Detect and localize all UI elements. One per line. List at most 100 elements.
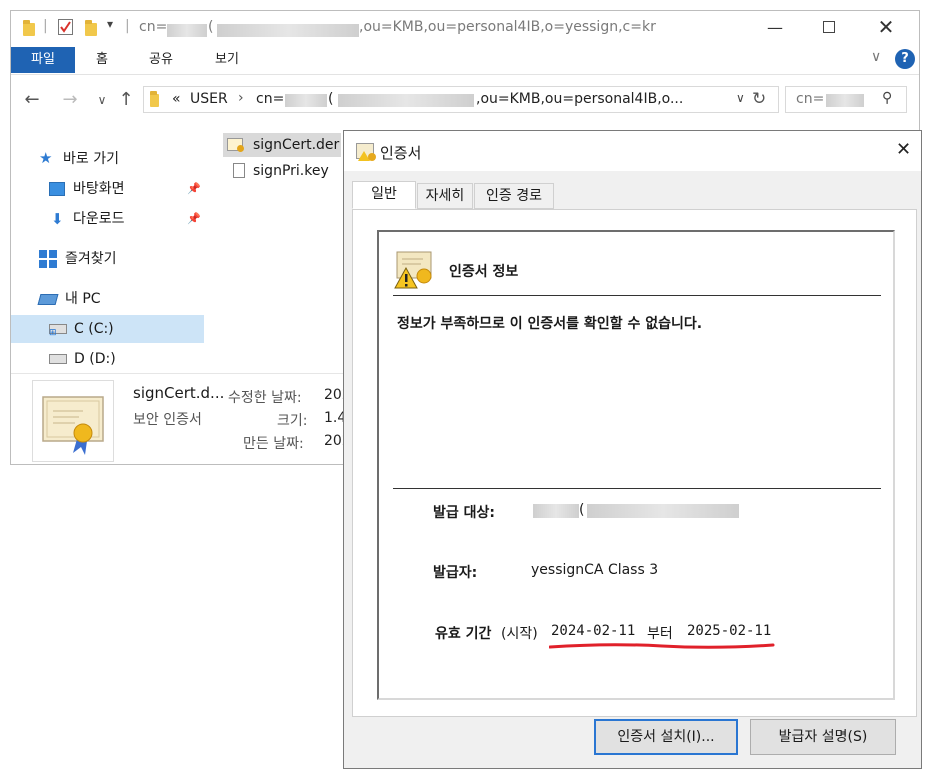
- certificate-large-icon: [42, 396, 104, 455]
- nav-label: D (D:): [74, 351, 116, 367]
- maximize-button[interactable]: [806, 11, 852, 43]
- redacted-block: [826, 94, 864, 107]
- red-underline-annotation: [549, 643, 775, 649]
- nav-drive-c[interactable]: ⊞ C (C:): [11, 315, 204, 343]
- valid-word: 부터: [647, 626, 673, 642]
- nav-drive-d[interactable]: D (D:): [49, 345, 204, 373]
- validity-paren: (시작): [501, 626, 538, 642]
- nav-label: 즐겨찾기: [65, 251, 117, 267]
- certificate-info-box: 인증서 정보 정보가 부족하므로 이 인증서를 확인할 수 없습니다. 발급 대…: [377, 230, 895, 700]
- collapse-ribbon-icon[interactable]: ∨: [871, 49, 881, 65]
- certificate-icon: [227, 138, 244, 152]
- computer-icon: [37, 294, 59, 305]
- dialog-titlebar: 인증서 ✕: [344, 131, 921, 171]
- tab-view[interactable]: 보기: [207, 47, 247, 73]
- tab-details[interactable]: 자세히: [417, 183, 473, 209]
- windows-logo-icon: ⊞: [49, 328, 57, 338]
- dialog-close-icon[interactable]: ✕: [896, 139, 911, 160]
- search-input[interactable]: cn= ⚲: [785, 86, 907, 113]
- ribbon-tabs: 파일 홈 공유 보기 ∨ ?: [11, 47, 919, 75]
- new-folder-icon[interactable]: [85, 20, 97, 36]
- tab-home[interactable]: 홈: [87, 47, 117, 73]
- search-icon[interactable]: ⚲: [882, 90, 892, 106]
- divider: [393, 488, 881, 489]
- forward-arrow-icon[interactable]: →: [59, 89, 81, 110]
- breadcrumb-user[interactable]: USER: [190, 91, 228, 107]
- breadcrumb-paren: (: [328, 91, 334, 107]
- file-list: signCert.der signPri.key: [223, 129, 353, 189]
- certificate-icon: [356, 143, 376, 161]
- redacted-block: [285, 94, 327, 107]
- recent-locations-icon[interactable]: ∨: [91, 93, 113, 107]
- issuer-statement-button[interactable]: 발급자 설명(S): [750, 719, 896, 755]
- refresh-icon[interactable]: ↻: [752, 89, 766, 109]
- tab-share[interactable]: 공유: [141, 47, 181, 73]
- details-created-label: 만든 날짜:: [243, 436, 304, 452]
- close-button[interactable]: ✕: [863, 11, 909, 43]
- file-name: signPri.key: [253, 163, 329, 179]
- divider: [393, 295, 881, 296]
- nav-quick-access[interactable]: ★ 바로 가기: [39, 145, 204, 173]
- valid-to: 2025-02-11: [687, 623, 772, 639]
- tab-cert-path[interactable]: 인증 경로: [474, 183, 554, 209]
- up-arrow-icon[interactable]: ↑: [115, 89, 137, 110]
- window-title-suffix: ,ou=KMB,ou=personal4IB,o=yessign,c=kr: [359, 19, 656, 35]
- star-icon: ★: [39, 149, 53, 167]
- nav-label: 바탕화면: [73, 181, 125, 197]
- address-row: ← → ∨ ↑ « USER › cn= ( ,ou=KMB,ou=person…: [11, 81, 919, 121]
- install-certificate-button[interactable]: 인증서 설치(I)...: [594, 719, 738, 755]
- window-title: cn=: [139, 19, 167, 35]
- details-file-name: signCert.d...: [133, 384, 225, 402]
- dialog-title: 인증서: [380, 144, 422, 162]
- valid-from: 2024-02-11: [551, 623, 636, 639]
- folder-icon: [150, 91, 159, 107]
- address-dropdown-icon[interactable]: ∨: [736, 91, 745, 105]
- title-paren: (: [208, 19, 214, 35]
- folder-icon: [23, 20, 35, 36]
- qat-dropdown-icon[interactable]: ▾: [107, 17, 113, 31]
- nav-downloads[interactable]: ⬇ 다운로드 📌: [49, 205, 204, 233]
- pin-icon[interactable]: 📌: [187, 175, 201, 203]
- minimize-button[interactable]: —: [752, 11, 798, 43]
- tab-file[interactable]: 파일: [11, 47, 75, 73]
- divider: |: [125, 18, 130, 34]
- nav-this-pc[interactable]: 내 PC: [37, 285, 204, 313]
- issued-to-value: (: [579, 502, 585, 518]
- help-icon[interactable]: ?: [895, 49, 915, 69]
- pin-icon[interactable]: 📌: [187, 205, 201, 233]
- tab-general[interactable]: 일반: [352, 181, 416, 209]
- file-item-signcert[interactable]: signCert.der: [223, 133, 341, 157]
- breadcrumb-path-end[interactable]: ,ou=KMB,ou=personal4IB,o...: [476, 91, 683, 107]
- info-heading: 인증서 정보: [449, 264, 519, 280]
- nav-label: C (C:): [74, 321, 114, 337]
- file-item-signpri[interactable]: signPri.key: [223, 159, 341, 183]
- address-bar[interactable]: « USER › cn= ( ,ou=KMB,ou=personal4IB,o.…: [143, 86, 779, 113]
- breadcrumb-path-start[interactable]: cn=: [256, 91, 284, 107]
- details-pane: signCert.d... 보안 인증서 수정한 날짜: 202 크기: 1.4…: [11, 373, 351, 464]
- details-file-type: 보안 인증서: [133, 412, 202, 428]
- redacted-block: [338, 94, 474, 107]
- drive-d-icon: [49, 354, 67, 364]
- certificate-dialog: 인증서 ✕ 일반 자세히 인증 경로 인증서 정보 정보가 부족하므로 이 인증…: [343, 130, 922, 769]
- navigation-pane: ★ 바로 가기 바탕화면 📌 ⬇ 다운로드 📌 즐겨찾기 내 PC ⊞ C (C…: [11, 129, 206, 374]
- certificate-thumbnail: [32, 380, 114, 462]
- certificate-warning-icon: [394, 251, 432, 289]
- details-modified-label: 수정한 날짜:: [228, 390, 302, 406]
- file-icon: [233, 163, 245, 178]
- download-arrow-icon: ⬇: [51, 210, 64, 228]
- issuer-value: yessignCA Class 3: [531, 562, 659, 578]
- desktop-icon: [49, 182, 65, 196]
- search-text: cn=: [796, 91, 825, 107]
- warning-message: 정보가 부족하므로 이 인증서를 확인할 수 없습니다.: [397, 316, 703, 332]
- properties-icon[interactable]: [58, 19, 73, 35]
- back-arrow-icon[interactable]: ←: [21, 89, 43, 110]
- explorer-titlebar: | ▾ | cn= ( ,ou=KMB,ou=personal4IB,o=yes…: [11, 11, 919, 47]
- nav-desktop[interactable]: 바탕화면 📌: [49, 175, 204, 203]
- nav-favorites[interactable]: 즐겨찾기: [39, 245, 204, 273]
- redacted-block: [217, 24, 359, 37]
- general-tab-panel: 인증서 정보 정보가 부족하므로 이 인증서를 확인할 수 없습니다. 발급 대…: [352, 209, 917, 717]
- redacted-block: [533, 504, 579, 518]
- breadcrumb-overflow[interactable]: «: [172, 91, 181, 107]
- file-name: signCert.der: [253, 137, 340, 153]
- favorites-grid-icon: [39, 250, 57, 268]
